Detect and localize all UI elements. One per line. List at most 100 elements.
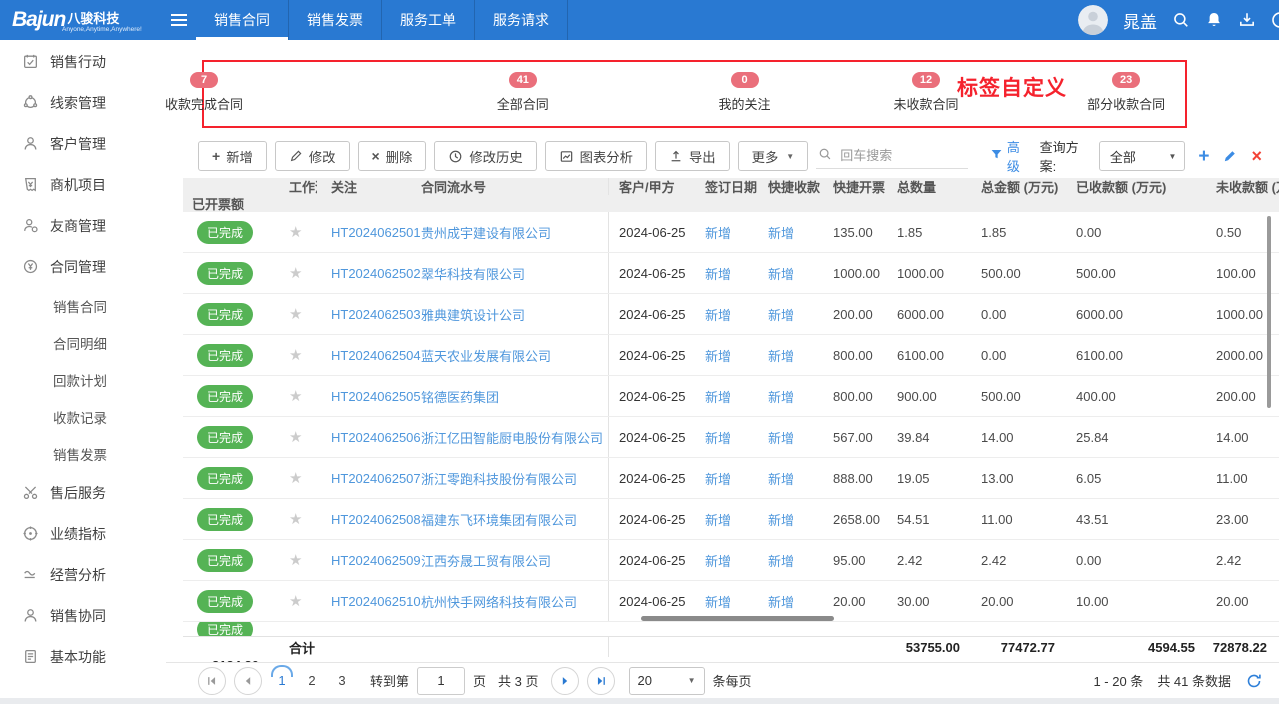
partial-circle-icon[interactable]	[1271, 11, 1279, 29]
tag-filter[interactable]: 23 部分收款合同	[1061, 71, 1191, 113]
prev-page-button[interactable]	[234, 667, 262, 695]
sidebar-item[interactable]: 销售合同	[0, 287, 166, 324]
customer-link[interactable]: 雅典建筑设计公司	[421, 305, 525, 324]
search-icon[interactable]	[1172, 11, 1190, 29]
tag-filter[interactable]: 0 我的关注	[680, 71, 810, 113]
customer-link[interactable]: 浙江零跑科技股份有限公司	[421, 469, 577, 488]
quick-invoice-link[interactable]: 新增	[768, 264, 794, 283]
quick-invoice-link[interactable]: 新增	[768, 428, 794, 447]
star-icon[interactable]: ★	[289, 346, 302, 364]
sidebar-item[interactable]: 合同管理	[0, 246, 166, 287]
customer-link[interactable]: 江西夯晟工贸有限公司	[421, 551, 551, 570]
toolbar-button[interactable]: 导出	[655, 141, 730, 171]
table-row[interactable]: 已完成 ★ HT2024062506 浙江亿田智能厨电股份有限公司 2024-0…	[183, 417, 1279, 458]
star-icon[interactable]: ★	[289, 305, 302, 323]
star-icon[interactable]: ★	[289, 469, 302, 487]
page-number[interactable]: 2	[300, 673, 324, 688]
username[interactable]: 晁盖	[1123, 8, 1157, 33]
vertical-scrollbar[interactable]	[1267, 216, 1271, 408]
column-header[interactable]: 合同流水号	[421, 178, 608, 195]
table-row[interactable]: 已完成 ★ HT2024062509 江西夯晟工贸有限公司 2024-06-25…	[183, 540, 1279, 581]
toolbar-button[interactable]: 修改	[275, 141, 350, 171]
sidebar-item[interactable]: 销售发票	[0, 435, 166, 472]
customer-link[interactable]: 贵州成宇建设有限公司	[421, 223, 551, 242]
star-icon[interactable]: ★	[289, 264, 302, 282]
quick-invoice-link[interactable]: 新增	[768, 223, 794, 242]
toolbar-button[interactable]: + 新增	[198, 141, 267, 171]
star-icon[interactable]: ★	[289, 223, 302, 241]
advanced-filter[interactable]: 高级	[990, 137, 1030, 175]
star-icon[interactable]: ★	[289, 592, 302, 610]
sidebar-item[interactable]: 客户管理	[0, 123, 166, 164]
star-icon[interactable]: ★	[289, 387, 302, 405]
menu-icon[interactable]	[162, 0, 196, 40]
column-header[interactable]: 总数量	[888, 178, 972, 195]
avatar[interactable]	[1078, 5, 1108, 35]
contract-serial-link[interactable]: HT2024062509	[331, 553, 421, 568]
next-page-button[interactable]	[551, 667, 579, 695]
toolbar-button[interactable]: 修改历史	[434, 141, 536, 171]
contract-serial-link[interactable]: HT2024062507	[331, 471, 421, 486]
column-header[interactable]: 客户/甲方	[608, 178, 696, 195]
tag-filter[interactable]: 7 收款完成合同	[139, 71, 269, 113]
quick-receipt-link[interactable]: 新增	[705, 469, 731, 488]
bell-icon[interactable]	[1205, 11, 1223, 29]
sidebar-item[interactable]: 经营分析	[0, 554, 166, 595]
sidebar-item[interactable]: 销售协同	[0, 595, 166, 636]
table-row[interactable]: 已完成 ★ HT2024062502 翠华科技有限公司 2024-06-25 新…	[183, 253, 1279, 294]
quick-invoice-link[interactable]: 新增	[768, 510, 794, 529]
contract-serial-link[interactable]: HT2024062504	[331, 348, 421, 363]
table-row[interactable]: 已完成 ★ HT2024062507 浙江零跑科技股份有限公司 2024-06-…	[183, 458, 1279, 499]
contract-serial-link[interactable]: HT2024062508	[331, 512, 421, 527]
sidebar-item[interactable]: 售后服务	[0, 472, 166, 513]
star-icon[interactable]: ★	[289, 510, 302, 528]
table-row[interactable]: 已完成 ★ HT2024062501 贵州成宇建设有限公司 2024-06-25…	[183, 212, 1279, 253]
clipped-row[interactable]: 已完成	[183, 622, 1279, 636]
contract-serial-link[interactable]: HT2024062502	[331, 266, 421, 281]
page-size-select[interactable]: 20 ▼	[629, 667, 705, 695]
nav-tab[interactable]: 销售合同	[196, 0, 289, 40]
tag-filter[interactable]: 41 全部合同	[458, 71, 588, 113]
customer-link[interactable]: 翠华科技有限公司	[421, 264, 525, 283]
sidebar-item[interactable]: 基本功能	[0, 636, 166, 677]
customer-link[interactable]: 蓝天农业发展有限公司	[421, 346, 551, 365]
quick-receipt-link[interactable]: 新增	[705, 387, 731, 406]
quick-invoice-link[interactable]: 新增	[768, 592, 794, 611]
page-number[interactable]: 3	[330, 673, 354, 688]
toolbar-button[interactable]: × 删除	[358, 141, 427, 171]
edit-scheme-button[interactable]	[1222, 148, 1238, 164]
first-page-button[interactable]	[198, 667, 226, 695]
quick-invoice-link[interactable]: 新增	[768, 305, 794, 324]
table-row[interactable]: 已完成 ★ HT2024062503 雅典建筑设计公司 2024-06-25 新…	[183, 294, 1279, 335]
quick-receipt-link[interactable]: 新增	[705, 510, 731, 529]
sidebar-item[interactable]: 回款计划	[0, 361, 166, 398]
column-header[interactable]: 快捷收款	[759, 178, 824, 195]
customer-link[interactable]: 福建东飞环境集团有限公司	[421, 510, 577, 529]
column-header[interactable]: 未收款额 (万元)	[1207, 178, 1279, 195]
refresh-icon[interactable]	[1245, 672, 1263, 690]
nav-tab[interactable]: 服务请求	[475, 0, 568, 40]
column-header[interactable]: 已开票额	[183, 195, 271, 212]
quick-invoice-link[interactable]: 新增	[768, 469, 794, 488]
column-header[interactable]: 已收款额 (万元)	[1067, 178, 1207, 195]
search-input[interactable]	[838, 147, 962, 164]
table-row[interactable]: 已完成 ★ HT2024062505 铭德医药集团 2024-06-25 新增 …	[183, 376, 1279, 417]
quick-receipt-link[interactable]: 新增	[705, 551, 731, 570]
contract-serial-link[interactable]: HT2024062501	[331, 225, 421, 240]
sidebar-item[interactable]: 业绩指标	[0, 513, 166, 554]
table-row[interactable]: 已完成 ★ HT2024062508 福建东飞环境集团有限公司 2024-06-…	[183, 499, 1279, 540]
toolbar-button[interactable]: 更多 ▼	[738, 141, 809, 171]
download-icon[interactable]	[1238, 11, 1256, 29]
sidebar-item[interactable]: 合同明细	[0, 324, 166, 361]
last-page-button[interactable]	[587, 667, 615, 695]
nav-tab[interactable]: 服务工单	[382, 0, 475, 40]
quick-receipt-link[interactable]: 新增	[705, 346, 731, 365]
quick-receipt-link[interactable]: 新增	[705, 305, 731, 324]
column-header[interactable]: 签订日期	[696, 178, 759, 195]
goto-page-input[interactable]	[417, 667, 465, 695]
customer-link[interactable]: 杭州快手网络科技有限公司	[421, 592, 577, 611]
scheme-select[interactable]: 全部 ▼	[1099, 141, 1185, 171]
star-icon[interactable]: ★	[289, 428, 302, 446]
customer-link[interactable]: 浙江亿田智能厨电股份有限公司	[421, 428, 603, 447]
contract-serial-link[interactable]: HT2024062510	[331, 594, 421, 609]
